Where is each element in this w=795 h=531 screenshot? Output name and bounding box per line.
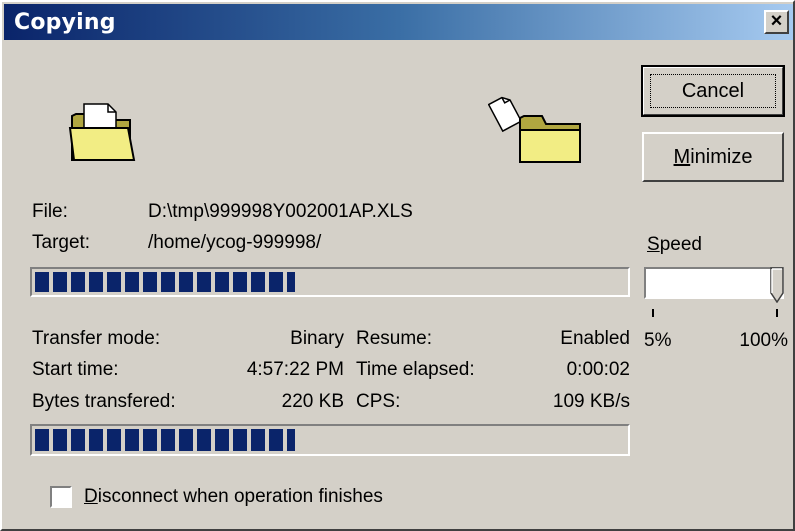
speed-label-rest: peed: [659, 234, 702, 255]
disconnect-label-rest: isconnect when operation finishes: [97, 486, 383, 507]
disconnect-mnemonic: D: [84, 486, 98, 507]
resume-label: Resume:: [356, 328, 433, 349]
minimize-button[interactable]: Minimize: [642, 132, 784, 182]
time-elapsed-label: Time elapsed:: [356, 359, 475, 380]
target-label: Target:: [32, 232, 91, 253]
speed-max-label: 100%: [739, 330, 788, 351]
file-path: D:\tmp\999998Y002001AP.XLS: [148, 201, 413, 222]
open-folder-icon: [68, 103, 136, 161]
file-progress-fill: [35, 272, 295, 292]
speed-min-tick: [652, 309, 654, 317]
total-progress-bar: [30, 424, 630, 456]
cps-label: CPS:: [356, 391, 401, 412]
speed-slider-track[interactable]: [644, 267, 784, 299]
window-title: Copying: [14, 10, 116, 35]
title-bar: Copying ×: [4, 4, 793, 40]
minimize-mnemonic: M: [673, 146, 691, 168]
disconnect-label[interactable]: Disconnect when operation finishes: [84, 486, 383, 508]
target-path: /home/ycog-999998/: [148, 232, 322, 253]
speed-max-tick: [776, 309, 778, 317]
file-label: File:: [32, 201, 68, 222]
minimize-label-rest: inimize: [690, 146, 753, 168]
resume-value: Enabled: [560, 328, 630, 349]
cps-value: 109 KB/s: [552, 391, 630, 412]
transfer-mode-value: Binary: [290, 328, 344, 349]
speed-mnemonic: S: [647, 234, 660, 255]
copying-dialog: Copying × Cancel Minimize File: D:\tmp\9…: [0, 0, 795, 531]
start-time-label: Start time:: [32, 359, 119, 380]
transfer-mode-label: Transfer mode:: [32, 328, 161, 349]
speed-min-label: 5%: [644, 330, 672, 351]
total-progress-fill: [35, 429, 295, 451]
close-button[interactable]: ×: [764, 10, 789, 34]
bytes-transfered-label: Bytes transfered:: [32, 391, 176, 412]
speed-label: Speed: [647, 234, 702, 256]
bytes-transfered-value: 220 KB: [281, 391, 344, 412]
minimize-label: Minimize: [644, 146, 782, 169]
file-progress-bar: [30, 267, 630, 297]
disconnect-checkbox[interactable]: [50, 486, 72, 508]
folder-icon: [519, 115, 581, 163]
cancel-label: Cancel: [681, 80, 745, 102]
start-time-value: 4:57:22 PM: [246, 359, 344, 380]
speed-slider-thumb[interactable]: [770, 267, 784, 303]
time-elapsed-value: 0:00:02: [566, 359, 630, 380]
cancel-button[interactable]: Cancel: [641, 65, 785, 117]
